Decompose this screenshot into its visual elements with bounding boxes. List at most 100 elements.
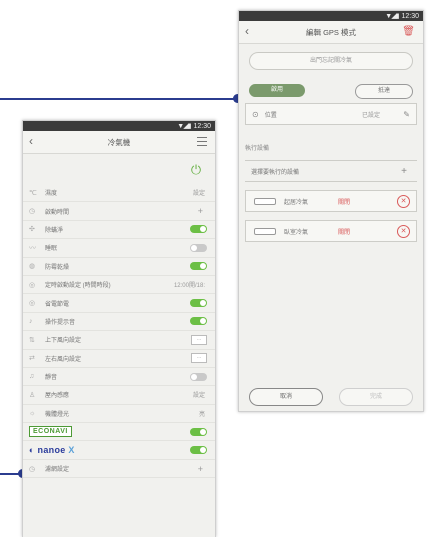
remove-icon[interactable]: ✕ (397, 224, 410, 238)
toggle-switch[interactable] (190, 225, 207, 234)
mode-name-field[interactable]: 出門忘記關冷氣 (249, 52, 413, 70)
toggle-switch[interactable] (190, 372, 207, 381)
dry-icon: ◍ (29, 263, 36, 271)
device-item: 起居冷氣 關閉 ✕ (245, 190, 417, 212)
setting-label: 靜音 (45, 375, 58, 382)
timer-icon: ◷ (29, 208, 36, 216)
setting-row[interactable]: ✣ 除蟎淨 (23, 221, 215, 240)
setting-label: 睡眠 (45, 246, 58, 253)
power-save-icon: ◎ (29, 300, 36, 308)
fan-icon: ✣ (29, 226, 35, 234)
toggle-switch[interactable] (190, 446, 207, 455)
device-state[interactable]: 關閉 (338, 197, 350, 206)
plus-icon[interactable]: + (198, 206, 203, 216)
setting-label: 防霉乾燥 (45, 264, 70, 271)
aircon-icon (254, 197, 276, 205)
status-time: 12:30 (401, 12, 419, 20)
settings-list: ℃ 濕度 設定 ◷ 啟動時間 + ✣ 除蟎淨〰睡眠 ◍ 防霉乾燥 ◎ 定時啟動設定 (時間時段) 12:… (23, 184, 215, 479)
setting-row[interactable]: 〰 睡眠 (23, 239, 215, 258)
location-pin-icon: ⊙ (252, 109, 259, 119)
direction-icon[interactable]: ⋯ (191, 353, 207, 364)
nanoe-logo: ◐ nanoe X (29, 445, 75, 455)
direction-icon[interactable]: ⋯ (191, 334, 207, 345)
location-row[interactable]: ⊙ 位置 已設定 ✎ (245, 103, 417, 125)
quiet-icon: ♫ (29, 373, 35, 381)
nanoe-dot-icon: ◐ (29, 445, 38, 456)
ac-header: ‹ 冷氣機 (23, 131, 215, 154)
trash-icon[interactable]: 🗑 (402, 26, 415, 37)
cancel-button[interactable]: 取消 (249, 388, 323, 406)
setting-row[interactable]: ◷ 啟動時間 + (23, 202, 215, 221)
toggle-switch[interactable] (190, 262, 207, 271)
device-name: 臥室冷氣 (284, 229, 309, 236)
segment-leave[interactable]: 啟用 (249, 84, 305, 97)
setting-value[interactable]: 設定 (193, 188, 205, 197)
gps-header: ‹ 編輯 GPS 模式 🗑 (239, 21, 423, 44)
setting-label: 省電節電 (45, 301, 70, 308)
toggle-switch[interactable] (190, 243, 207, 252)
econavi-row[interactable]: ECONAVI (23, 423, 215, 442)
sound-icon: ♪ (29, 317, 33, 325)
setting-value[interactable]: 設定 (193, 390, 205, 399)
location-label: 位置 (264, 112, 277, 119)
horizontal-swing-icon: ⇄ (29, 355, 35, 363)
menu-icon[interactable] (197, 137, 207, 149)
nanoe-row[interactable]: ◐ nanoe X (23, 441, 215, 460)
setting-row[interactable]: ☼ 機體燈光 亮 (23, 405, 215, 424)
setting-value[interactable]: 亮 (199, 409, 205, 418)
plus-icon[interactable]: + (401, 166, 407, 177)
power-icon[interactable]: ⏻ (187, 161, 205, 179)
thermometer-icon: ℃ (29, 189, 37, 197)
edit-icon[interactable]: ✎ (403, 110, 410, 119)
action-bar: 取消 完成 (239, 388, 423, 406)
brightness-icon: ☼ (29, 409, 36, 417)
toggle-switch[interactable] (190, 317, 207, 326)
setting-row[interactable]: ⇅ 上下風向設定 ⋯ (23, 331, 215, 350)
setting-row[interactable]: ♫ 靜音 (23, 368, 215, 387)
user-icon: ♙ (29, 391, 36, 399)
setting-row[interactable]: ◎ 省電節電 (23, 294, 215, 313)
add-device-row[interactable]: 選擇要執行的設備 + (245, 160, 417, 182)
nanoe-suffix: X (68, 445, 75, 456)
device-state[interactable]: 關閉 (338, 227, 350, 236)
setting-label: 濕度 (45, 191, 58, 198)
trigger-segment: 啟用 抵達 (249, 84, 413, 99)
gps-mode-screen: ▼◢▮ 12:30 ‹ 編輯 GPS 模式 🗑 出門忘記關冷氣 啟用 抵達 ⊙ … (238, 10, 424, 412)
aircon-icon (254, 227, 276, 235)
signal-icon: ▼◢▮ (385, 13, 399, 20)
setting-row[interactable]: ♙ 屋內感應 設定 (23, 386, 215, 405)
done-button[interactable]: 完成 (339, 388, 413, 406)
setting-label: 操作提示音 (45, 319, 76, 326)
schedule-icon: ◎ (29, 281, 36, 289)
segment-arrive[interactable]: 抵達 (355, 84, 413, 99)
vertical-swing-icon: ⇅ (29, 336, 35, 344)
setting-row[interactable]: ◷ 濾網設定 + (23, 460, 215, 479)
setting-row[interactable]: ♪ 操作提示音 (23, 313, 215, 332)
setting-label: 濾網設定 (45, 467, 70, 474)
aircon-settings-screen: ▼◢▮ 12:30 ‹ 冷氣機 ⏻ ℃ 濕度 設定 ◷ 啟動時間 + ✣ 除蟎淨〰睡眠 ◍ 防霉乾… (22, 120, 216, 537)
nanoe-label: nanoe (37, 445, 66, 456)
toggle-switch[interactable] (190, 427, 207, 436)
setting-row[interactable]: ◎ 定時啟動設定 (時間時段) 12:00開/18: (23, 276, 215, 295)
device-item: 臥室冷氣 關閉 ✕ (245, 220, 417, 242)
setting-row[interactable]: ℃ 濕度 設定 (23, 184, 215, 203)
page-title: 冷氣機 (107, 137, 131, 147)
setting-label: 左右風向設定 (45, 356, 82, 363)
setting-label: 除蟎淨 (45, 227, 64, 234)
setting-label: 上下風向設定 (45, 338, 82, 345)
plus-icon[interactable]: + (198, 464, 203, 474)
moisture-icon: 〰 (29, 244, 36, 252)
page-title: 編輯 GPS 模式 (305, 27, 356, 37)
location-status: 已設定 (361, 112, 380, 119)
section-title: 執行設備 (245, 146, 270, 152)
setting-row[interactable]: ◍ 防霉乾燥 (23, 258, 215, 276)
remove-icon[interactable]: ✕ (397, 194, 410, 208)
setting-label: 機體燈光 (45, 411, 70, 418)
callout-line-top (0, 98, 238, 100)
filter-icon: ◷ (29, 465, 36, 473)
toggle-switch[interactable] (190, 299, 207, 308)
setting-value[interactable]: 12:00開/18: (174, 280, 205, 289)
setting-row[interactable]: ⇄ 左右風向設定 ⋯ (23, 350, 215, 368)
econavi-logo: ECONAVI (29, 426, 72, 438)
status-bar: ▼◢▮ 12:30 (23, 121, 215, 131)
